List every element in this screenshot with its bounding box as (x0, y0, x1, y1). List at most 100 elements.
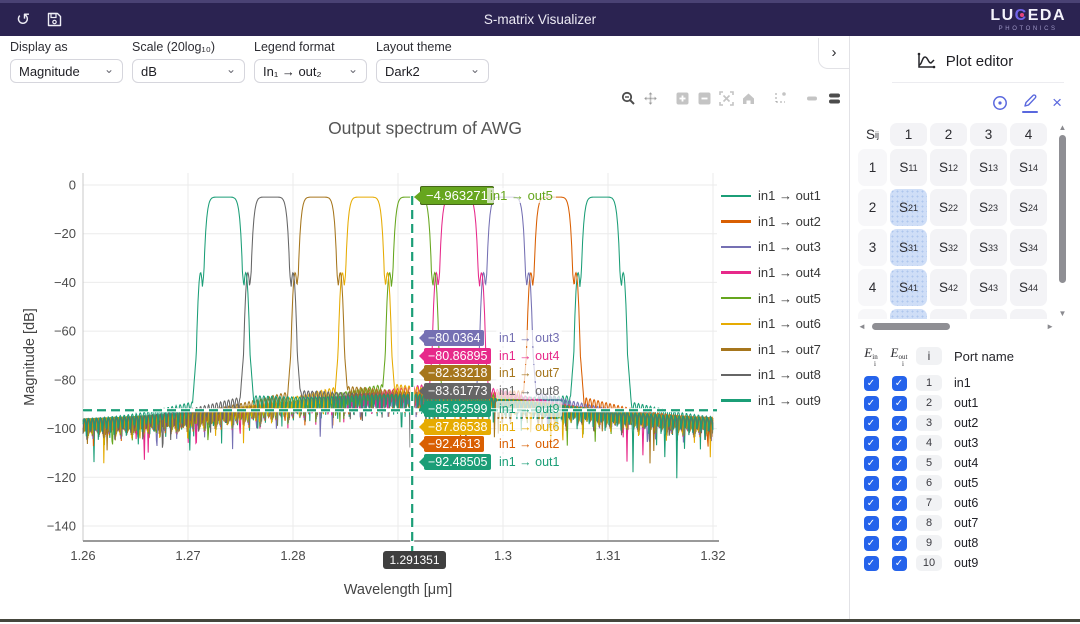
hover-series-label: in1 → out1 (496, 454, 562, 470)
legend-item[interactable]: in1 → out5 (721, 285, 821, 311)
port-out-checkbox[interactable]: ✓ (892, 416, 907, 431)
smatrix-cell-S54[interactable]: S54 (1010, 309, 1047, 319)
port-in-checkbox[interactable]: ✓ (864, 376, 879, 391)
smatrix-cell-S22[interactable]: S22 (930, 189, 967, 226)
luceda-logo: LUCEDA PHOTONICS (990, 8, 1066, 32)
smatrix-cell-S13[interactable]: S13 (970, 149, 1007, 186)
reset-axes-icon[interactable] (738, 90, 758, 107)
smatrix-cell-S24[interactable]: S24 (1010, 189, 1047, 226)
port-in-checkbox[interactable]: ✓ (864, 516, 879, 531)
pan-icon[interactable] (640, 90, 660, 107)
port-in-checkbox[interactable]: ✓ (864, 476, 879, 491)
smatrix-cell-S43[interactable]: S43 (970, 269, 1007, 306)
port-out-checkbox[interactable]: ✓ (892, 516, 907, 531)
legend-format-select[interactable]: In₁ → out₂⌄ (254, 59, 367, 83)
layout-theme-select[interactable]: Dark2⌄ (376, 59, 489, 83)
smatrix-row-header[interactable]: 3 (858, 229, 887, 266)
smatrix-col-header[interactable]: 2 (930, 123, 967, 146)
display-as-select[interactable]: Magnitude⌄ (10, 59, 123, 83)
scroll-up-icon[interactable]: ▲ (1059, 123, 1067, 133)
port-index: 10 (916, 555, 942, 571)
scale-select[interactable]: dB⌄ (132, 59, 245, 83)
port-in-checkbox[interactable]: ✓ (864, 496, 879, 511)
smatrix-cell-S12[interactable]: S12 (930, 149, 967, 186)
smatrix-cell-S32[interactable]: S32 (930, 229, 967, 266)
port-in-checkbox[interactable]: ✓ (864, 436, 879, 451)
smatrix-row-header[interactable]: 1 (858, 149, 887, 186)
smatrix-cell-S42[interactable]: S42 (930, 269, 967, 306)
port-in-checkbox[interactable]: ✓ (864, 396, 879, 411)
autoscale-icon[interactable] (716, 90, 736, 107)
smatrix-col-header[interactable]: 3 (970, 123, 1007, 146)
smatrix-cell-S11[interactable]: S11 (890, 149, 927, 186)
smatrix-cell-S33[interactable]: S33 (970, 229, 1007, 266)
port-out-checkbox[interactable]: ✓ (892, 396, 907, 411)
port-out-checkbox[interactable]: ✓ (892, 496, 907, 511)
info-icon[interactable] (992, 95, 1008, 111)
smatrix-cell-S41[interactable]: S41 (890, 269, 927, 306)
port-out-checkbox[interactable]: ✓ (892, 376, 907, 391)
hover-compare-icon[interactable] (824, 90, 844, 107)
port-in-checkbox[interactable]: ✓ (864, 536, 879, 551)
legend-item[interactable]: in1 → out6 (721, 311, 821, 337)
legend-item[interactable]: in1 → out2 (721, 209, 821, 235)
y-tick: −40 (54, 275, 76, 290)
zoom-in-icon[interactable] (672, 90, 692, 107)
legend-line (721, 374, 751, 377)
zoom-icon[interactable] (618, 90, 638, 107)
scroll-left-icon[interactable]: ◄ (858, 322, 866, 331)
smatrix-row-header[interactable]: 2 (858, 189, 887, 226)
hover-closest-icon[interactable] (802, 90, 822, 107)
scroll-down-icon[interactable]: ▼ (1059, 309, 1067, 319)
smatrix-vscrollbar[interactable]: ▲ ▼ (1057, 123, 1068, 319)
smatrix-cell-S52[interactable]: S52 (930, 309, 967, 319)
smatrix-cell-S23[interactable]: S23 (970, 189, 1007, 226)
smatrix-cell-S14[interactable]: S14 (1010, 149, 1047, 186)
scale-control: Scale (20log₁₀) dB⌄ (132, 40, 245, 83)
hscroll-thumb[interactable] (872, 323, 950, 330)
smatrix-col-header[interactable]: 1 (890, 123, 927, 146)
port-in-checkbox[interactable]: ✓ (864, 456, 879, 471)
port-out-checkbox[interactable]: ✓ (892, 456, 907, 471)
smatrix-row-header[interactable]: 5 (858, 309, 887, 319)
smatrix-row-header[interactable]: 4 (858, 269, 887, 306)
smatrix-cell-S31[interactable]: S31 (890, 229, 927, 266)
scroll-right-icon[interactable]: ► (1046, 322, 1054, 331)
smatrix-cell-S44[interactable]: S44 (1010, 269, 1047, 306)
port-out-checkbox[interactable]: ✓ (892, 536, 907, 551)
spikelines-icon[interactable] (770, 90, 790, 107)
port-name: out2 (954, 416, 978, 430)
port-out-checkbox[interactable]: ✓ (892, 556, 907, 571)
smatrix-cell-S53[interactable]: S53 (970, 309, 1007, 319)
edit-icon[interactable] (1022, 93, 1038, 113)
scale-label: Scale (20log₁₀) (132, 40, 245, 54)
vscroll-thumb[interactable] (1059, 135, 1066, 283)
legend-item[interactable]: in1 → out1 (721, 183, 821, 209)
legend-item[interactable]: in1 → out8 (721, 362, 821, 388)
port-row: ✓✓1in1 (860, 373, 1080, 393)
x-tick: 1.3 (494, 548, 512, 563)
smatrix-cell-S34[interactable]: S34 (1010, 229, 1047, 266)
port-in-checkbox[interactable]: ✓ (864, 556, 879, 571)
legend-line (721, 271, 751, 274)
smatrix-hscrollbar[interactable]: ◄ ► (858, 321, 1054, 331)
smatrix-cell-S51[interactable]: S51 (890, 309, 927, 319)
sidebar-actions: × (850, 83, 1080, 119)
smatrix-col-header[interactable]: 4 (1010, 123, 1047, 146)
display-as-control: Display as Magnitude⌄ (10, 40, 123, 83)
sidebar-collapse-button[interactable]: › (818, 38, 849, 69)
top-bar: ↺ S-matrix Visualizer LUCEDA PHOTONICS (0, 0, 1080, 36)
x-tick: 1.26 (70, 548, 95, 563)
smatrix-cell-S21[interactable]: S21 (890, 189, 927, 226)
port-in-checkbox[interactable]: ✓ (864, 416, 879, 431)
port-out-checkbox[interactable]: ✓ (892, 476, 907, 491)
y-tick: −80 (54, 372, 76, 387)
legend-item[interactable]: in1 → out4 (721, 260, 821, 286)
legend-item[interactable]: in1 → out3 (721, 234, 821, 260)
port-out-checkbox[interactable]: ✓ (892, 436, 907, 451)
port-row: ✓✓5out4 (860, 453, 1080, 473)
zoom-out-icon[interactable] (694, 90, 714, 107)
close-icon[interactable]: × (1052, 96, 1062, 110)
legend-item[interactable]: in1 → out9 (721, 388, 821, 414)
legend-item[interactable]: in1 → out7 (721, 337, 821, 363)
